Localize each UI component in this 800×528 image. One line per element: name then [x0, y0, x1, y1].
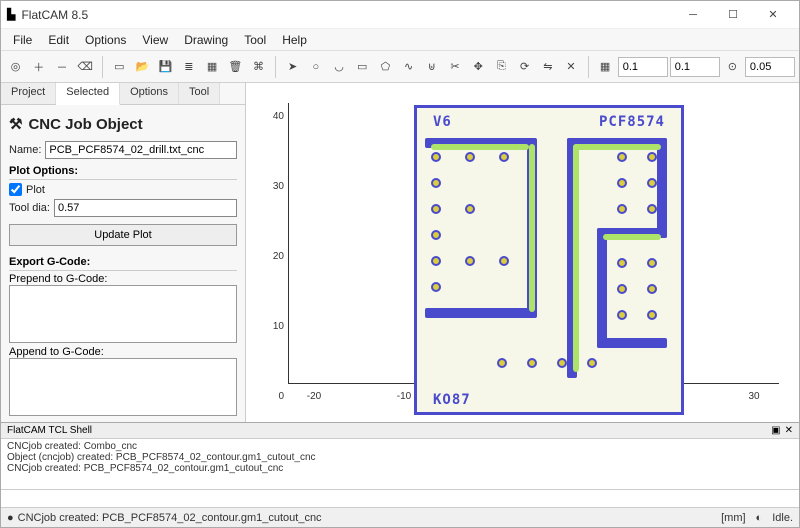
status-unit: [mm]: [721, 512, 745, 524]
plot-icon[interactable]: ▦: [202, 55, 223, 79]
toolbar: ◎ ＋ － ⌫ ▭ 📂 💾 ≣ ▦ 🗑 ⌘ ➤ ○ ◡ ▭ ⬠ ∿ ⊎ ✂ ✥ …: [1, 51, 799, 83]
status-state: Idle.: [772, 512, 793, 524]
arc-icon[interactable]: ◡: [328, 55, 349, 79]
delete2-icon[interactable]: ✕: [560, 55, 581, 79]
menu-tool[interactable]: Tool: [236, 33, 274, 47]
pcb-board: V6 PCF8574 KO87: [414, 105, 684, 415]
prepend-label: Prepend to G-Code:: [9, 273, 107, 285]
name-label: Name:: [9, 144, 41, 156]
grid-icon[interactable]: ▦: [595, 55, 616, 79]
plot-canvas[interactable]: 40 30 20 10 0 -20 -10 0 10 20 30 V6 PCF8…: [246, 83, 799, 422]
silk-text: KO87: [433, 392, 471, 408]
silk-text: V6: [433, 114, 452, 130]
menu-options[interactable]: Options: [77, 33, 134, 47]
ytick: 20: [258, 251, 284, 262]
zoom-fit-icon[interactable]: ◎: [5, 55, 26, 79]
union-icon[interactable]: ⊎: [421, 55, 442, 79]
tab-project[interactable]: Project: [1, 83, 56, 104]
window-title: FlatCAM 8.5: [21, 8, 673, 22]
snap-input[interactable]: [745, 57, 795, 77]
name-input[interactable]: [45, 141, 237, 159]
status-message: CNCjob created: PCB_PCF8574_02_contour.g…: [18, 512, 322, 524]
grid-x-input[interactable]: [618, 57, 668, 77]
copy-icon[interactable]: ⎘: [491, 55, 512, 79]
menu-help[interactable]: Help: [274, 33, 315, 47]
save-icon[interactable]: 💾: [155, 55, 176, 79]
pointer-icon[interactable]: ➤: [282, 55, 303, 79]
minimize-button[interactable]: ─: [673, 3, 713, 27]
plot-label: Plot: [26, 184, 45, 196]
new-icon[interactable]: ▭: [109, 55, 130, 79]
open-icon[interactable]: 📂: [132, 55, 153, 79]
shell-output: CNCjob created: Combo_cnc Object (cncjob…: [1, 439, 799, 489]
polygon-icon[interactable]: ⬠: [375, 55, 396, 79]
mirror-icon[interactable]: ⇋: [537, 55, 558, 79]
menubar: File Edit Options View Drawing Tool Help: [1, 29, 799, 51]
status-bullet-icon: ●: [7, 512, 14, 524]
zoom-out-icon[interactable]: －: [51, 55, 72, 79]
move-icon[interactable]: ✥: [468, 55, 489, 79]
cnc-icon: ⚒: [9, 115, 22, 133]
append-label: Append to G-Code:: [9, 346, 104, 358]
ytick: 40: [258, 111, 284, 122]
rect-icon[interactable]: ▭: [352, 55, 373, 79]
status-idle-icon: ◐: [756, 512, 763, 524]
prepend-textarea[interactable]: [9, 285, 237, 343]
snap-icon[interactable]: ⊙: [722, 55, 743, 79]
menu-view[interactable]: View: [134, 33, 176, 47]
export-g-section: Export G-Code:: [9, 256, 237, 271]
shell-input[interactable]: [1, 489, 799, 507]
app-icon: ▙: [7, 8, 15, 21]
shell-icon[interactable]: ⌘: [248, 55, 269, 79]
plot-checkbox[interactable]: [9, 183, 22, 196]
circle-icon[interactable]: ○: [305, 55, 326, 79]
tooldia-input[interactable]: [54, 199, 237, 217]
shell-title: FlatCAM TCL Shell: [7, 425, 92, 436]
xtick: -10: [397, 391, 411, 402]
ytick: 30: [258, 181, 284, 192]
menu-drawing[interactable]: Drawing: [176, 33, 236, 47]
tooldia-label: Tool dia:: [9, 202, 50, 214]
tab-options[interactable]: Options: [120, 83, 179, 104]
update-plot-button[interactable]: Update Plot: [9, 224, 237, 246]
tab-tool[interactable]: Tool: [179, 83, 220, 104]
shell-close-icon[interactable]: ✕: [785, 425, 793, 436]
rotate-icon[interactable]: ⟳: [514, 55, 535, 79]
delete-icon[interactable]: 🗑: [225, 55, 246, 79]
xtick: -20: [307, 391, 321, 402]
close-button[interactable]: ✕: [753, 3, 793, 27]
ytick: 10: [258, 321, 284, 332]
menu-file[interactable]: File: [5, 33, 40, 47]
tab-selected[interactable]: Selected: [56, 83, 120, 105]
path-icon[interactable]: ∿: [398, 55, 419, 79]
panel-heading: ⚒CNC Job Object: [9, 115, 237, 133]
silk-text: PCF8574: [599, 114, 665, 130]
zoom-in-icon[interactable]: ＋: [28, 55, 49, 79]
clear-icon[interactable]: ⌫: [75, 55, 96, 79]
y-axis: [288, 103, 289, 384]
grid-y-input[interactable]: [670, 57, 720, 77]
menu-edit[interactable]: Edit: [40, 33, 77, 47]
xtick: 30: [748, 391, 759, 402]
plot-options-section: Plot Options:: [9, 165, 237, 180]
maximize-button[interactable]: ☐: [713, 3, 753, 27]
cut-icon[interactable]: ✂: [444, 55, 465, 79]
layers-icon[interactable]: ≣: [178, 55, 199, 79]
ytick: 0: [258, 391, 284, 402]
shell-undock-icon[interactable]: ▣: [771, 425, 780, 436]
append-textarea[interactable]: [9, 358, 237, 416]
